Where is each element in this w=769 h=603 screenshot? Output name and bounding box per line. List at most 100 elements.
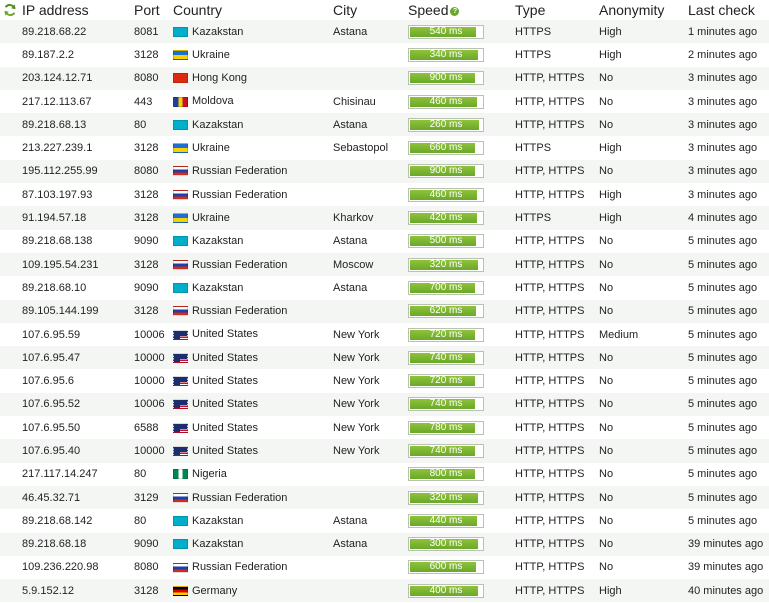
header-country[interactable]: Country <box>173 0 333 20</box>
table-row[interactable]: 89.218.68.138 9090 Kazakstan Astana 500 ms HT… <box>0 229 769 253</box>
anonymity: No <box>599 346 688 370</box>
anonymity: No <box>599 276 688 300</box>
header-speed-cell[interactable]: Speed? <box>408 0 515 20</box>
table-row[interactable]: 107.6.95.52 10006 United States New York 740… <box>0 392 769 417</box>
ip-address[interactable]: 213.227.239.1 <box>22 136 134 160</box>
anonymity: High <box>599 20 688 44</box>
speed-label: 700 ms <box>429 281 463 293</box>
ip-address[interactable]: 89.187.2.2 <box>22 43 134 67</box>
table-row[interactable]: 107.6.95.47 10000 United States New York 740… <box>0 346 769 370</box>
ip-address[interactable]: 109.236.220.98 <box>22 555 134 580</box>
ip-address[interactable]: 89.105.144.199 <box>22 299 134 323</box>
country-cell: Ukraine <box>173 43 333 67</box>
proxy-type: HTTP, HTTPS <box>515 159 599 184</box>
ip-address[interactable]: 107.6.95.47 <box>22 346 134 370</box>
speed-label: 900 ms <box>429 165 463 177</box>
ip-address[interactable]: 91.194.57.18 <box>22 206 134 230</box>
speed-cell: 740 ms <box>408 346 515 370</box>
table-row[interactable]: 87.103.197.93 3128 Russian Federation 460 m… <box>0 183 769 207</box>
ip-address[interactable]: 217.117.14.247 <box>22 462 134 486</box>
last-check: 5 minutes ago <box>688 252 769 277</box>
table-row[interactable]: 107.6.95.59 10006 United States New York 720… <box>0 322 769 347</box>
table-row[interactable]: 109.195.54.231 3128 Russian Federation Mosc… <box>0 252 769 277</box>
speed-label: 460 ms <box>429 95 463 107</box>
ip-address[interactable]: 89.218.68.18 <box>22 532 134 556</box>
row-spacer <box>0 20 22 44</box>
table-row[interactable]: 217.12.113.67 443 Moldova Chisinau 460 ms HTT… <box>0 89 769 114</box>
speed-cell: 900 ms <box>408 66 515 90</box>
speed-label: 660 ms <box>429 142 463 154</box>
last-check: 3 minutes ago <box>688 183 769 207</box>
table-row[interactable]: 89.218.68.22 8081 Kazakstan Astana 540 ms HTT… <box>0 20 769 44</box>
ip-address[interactable]: 46.45.32.71 <box>22 485 134 510</box>
ip-address[interactable]: 89.218.68.22 <box>22 20 134 44</box>
ip-address[interactable]: 89.218.68.142 <box>22 509 134 533</box>
header-type[interactable]: Type <box>515 0 599 20</box>
speed-cell: 400 ms <box>408 579 515 603</box>
ip-address[interactable]: 87.103.197.93 <box>22 183 134 207</box>
table-row[interactable]: 91.194.57.18 3128 Ukraine Kharkov 420 ms HTTP… <box>0 206 769 230</box>
anonymity: No <box>599 66 688 90</box>
header-city[interactable]: City <box>333 0 408 20</box>
table-row[interactable]: 89.218.68.10 9090 Kazakstan Astana 700 ms HTT… <box>0 276 769 300</box>
ip-address[interactable]: 203.124.12.71 <box>22 66 134 90</box>
ip-address[interactable]: 195.112.255.99 <box>22 159 134 184</box>
table-row[interactable]: 107.6.95.6 10000 United States New York 720 … <box>0 369 769 393</box>
port: 9090 <box>134 532 173 556</box>
anonymity: Medium <box>599 322 688 347</box>
speed-label: 740 ms <box>429 351 463 363</box>
ip-address[interactable]: 217.12.113.67 <box>22 89 134 114</box>
ip-address[interactable]: 5.9.152.12 <box>22 579 134 603</box>
port: 8080 <box>134 159 173 184</box>
country-cell: Kazakstan <box>173 229 333 253</box>
header-anonymity[interactable]: Anonymity <box>599 0 688 20</box>
proxy-type: HTTP, HTTPS <box>515 183 599 207</box>
country-cell: Hong Kong <box>173 66 333 90</box>
ip-address[interactable]: 109.195.54.231 <box>22 252 134 277</box>
ip-address[interactable]: 107.6.95.50 <box>22 416 134 440</box>
ip-address[interactable]: 107.6.95.52 <box>22 392 134 417</box>
ip-address[interactable]: 107.6.95.6 <box>22 369 134 393</box>
port: 3128 <box>134 136 173 160</box>
row-spacer <box>0 136 22 160</box>
row-spacer <box>0 206 22 230</box>
row-spacer <box>0 89 22 114</box>
row-spacer <box>0 276 22 300</box>
ip-address[interactable]: 107.6.95.40 <box>22 439 134 463</box>
ip-address[interactable]: 89.218.68.138 <box>22 229 134 253</box>
table-row[interactable]: 5.9.152.12 3128 Germany 400 ms HTTP, HTTPS Hi… <box>0 579 769 603</box>
header-last-check[interactable]: Last check <box>688 0 769 20</box>
info-icon[interactable]: ? <box>450 6 460 16</box>
table-row[interactable]: 203.124.12.71 8080 Hong Kong 900 ms HTTP, HT… <box>0 66 769 90</box>
speed-label: 300 ms <box>429 538 463 550</box>
table-row[interactable]: 109.236.220.98 8080 Russian Federation 600 … <box>0 555 769 580</box>
table-row[interactable]: 107.6.95.40 10000 United States New York 740… <box>0 439 769 463</box>
refresh-icon[interactable] <box>3 3 17 17</box>
table-row[interactable]: 89.218.68.13 80 Kazakstan Astana 260 ms HTTP,… <box>0 113 769 137</box>
ua-flag-icon <box>173 213 188 224</box>
speed-bar: 620 ms <box>408 304 484 319</box>
table-row[interactable]: 89.218.68.18 9090 Kazakstan Astana 300 ms HTT… <box>0 532 769 556</box>
table-row[interactable]: 89.105.144.199 3128 Russian Federation 620 … <box>0 299 769 323</box>
us-flag-icon <box>173 352 188 363</box>
speed-cell: 340 ms <box>408 43 515 67</box>
city <box>333 555 408 580</box>
header-speed[interactable]: Speed <box>408 2 448 18</box>
proxy-type: HTTPS <box>515 206 599 230</box>
ip-address[interactable]: 89.218.68.13 <box>22 113 134 137</box>
ip-address[interactable]: 89.218.68.10 <box>22 276 134 300</box>
port: 8080 <box>134 66 173 90</box>
table-row[interactable]: 195.112.255.99 8080 Russian Federation 900 … <box>0 159 769 184</box>
ip-address[interactable]: 107.6.95.59 <box>22 322 134 347</box>
table-row[interactable]: 89.187.2.2 3128 Ukraine 340 ms HTTPS High 2 mi… <box>0 43 769 67</box>
header-ip[interactable]: IP address <box>22 0 134 20</box>
header-port[interactable]: Port <box>134 0 173 20</box>
table-row[interactable]: 213.227.239.1 3128 Ukraine Sebastopol 660 ms… <box>0 136 769 160</box>
table-row[interactable]: 46.45.32.71 3129 Russian Federation 320 ms H… <box>0 485 769 510</box>
table-row[interactable]: 107.6.95.50 6588 United States New York 780 … <box>0 416 769 440</box>
speed-cell: 320 ms <box>408 485 515 510</box>
table-row[interactable]: 217.117.14.247 80 Nigeria 800 ms HTTP, HTTPS… <box>0 462 769 486</box>
table-row[interactable]: 89.218.68.142 80 Kazakstan Astana 440 ms HTTP… <box>0 509 769 533</box>
city: Astana <box>333 229 408 253</box>
port: 10000 <box>134 369 173 393</box>
